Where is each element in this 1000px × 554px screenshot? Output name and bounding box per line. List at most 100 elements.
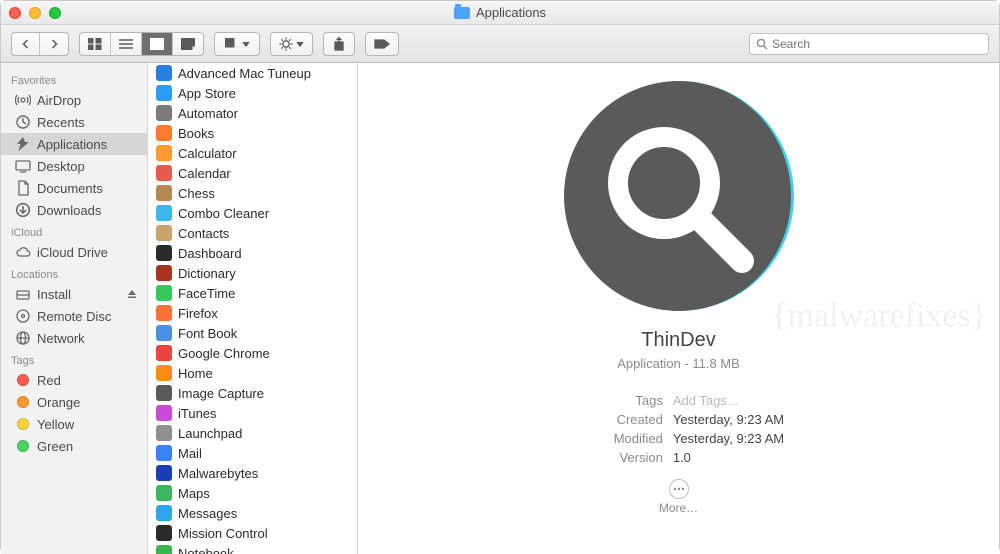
file-item[interactable]: FaceTime: [148, 283, 357, 303]
sidebar[interactable]: FavoritesAirDropRecentsApplicationsDeskt…: [1, 63, 148, 554]
file-item[interactable]: Books: [148, 123, 357, 143]
file-item[interactable]: Maps: [148, 483, 357, 503]
sidebar-item-label: Remote Disc: [37, 309, 111, 324]
more-button[interactable]: More…: [659, 479, 698, 515]
sidebar-header: iCloud: [1, 221, 147, 241]
sidebar-item-label: Network: [37, 331, 85, 346]
eject-icon[interactable]: [127, 287, 137, 302]
file-item[interactable]: Dictionary: [148, 263, 357, 283]
file-item[interactable]: Calendar: [148, 163, 357, 183]
app-icon: [156, 465, 172, 481]
app-icon: [156, 105, 172, 121]
sidebar-item-recents[interactable]: Recents: [1, 111, 147, 133]
folder-icon: [454, 7, 470, 19]
file-name: Advanced Mac Tuneup: [178, 66, 311, 81]
file-name: iTunes: [178, 406, 217, 421]
file-item[interactable]: Contacts: [148, 223, 357, 243]
file-name: Chess: [178, 186, 215, 201]
maximize-button[interactable]: [49, 7, 61, 19]
window-title: Applications: [454, 5, 546, 20]
file-column[interactable]: Advanced Mac Tuneup App StoreAutomator Boo…: [148, 63, 358, 554]
file-item[interactable]: Google Chrome: [148, 343, 357, 363]
file-name: Calculator: [178, 146, 237, 161]
tag-icon: [15, 438, 31, 454]
file-item[interactable]: Home: [148, 363, 357, 383]
file-name: Image Capture: [178, 386, 264, 401]
icon-view-button[interactable]: [80, 33, 111, 55]
sidebar-item-desktop[interactable]: Desktop: [1, 155, 147, 177]
app-icon: [156, 185, 172, 201]
sidebar-header: Locations: [1, 263, 147, 283]
close-button[interactable]: [9, 7, 21, 19]
file-item[interactable]: Combo Cleaner: [148, 203, 357, 223]
file-item[interactable]: Automator: [148, 103, 357, 123]
meta-tags-value[interactable]: Add Tags…: [673, 393, 784, 408]
column-view-button[interactable]: [142, 33, 173, 55]
app-icon: [156, 345, 172, 361]
file-item[interactable]: Firefox: [148, 303, 357, 323]
file-name: Books: [178, 126, 214, 141]
minimize-button[interactable]: [29, 7, 41, 19]
file-item[interactable]: Malwarebytes: [148, 463, 357, 483]
search-field[interactable]: [749, 33, 989, 55]
meta-created-value: Yesterday, 9:23 AM: [673, 412, 784, 427]
airdrop-icon: [15, 92, 31, 108]
sidebar-item-applications[interactable]: Applications: [1, 133, 147, 155]
app-icon: [156, 425, 172, 441]
file-name: Font Book: [178, 326, 237, 341]
sidebar-item-label: Recents: [37, 115, 85, 130]
file-item[interactable]: Calculator: [148, 143, 357, 163]
file-item[interactable]: Chess: [148, 183, 357, 203]
meta-version-value: 1.0: [673, 450, 784, 465]
file-name: Dictionary: [178, 266, 236, 281]
file-item[interactable]: Advanced Mac Tuneup: [148, 63, 357, 83]
app-icon: [156, 445, 172, 461]
file-name: Dashboard: [178, 246, 242, 261]
app-icon: [156, 85, 172, 101]
back-button[interactable]: [12, 33, 40, 55]
arrange-button[interactable]: [215, 33, 259, 55]
sidebar-item-yellow[interactable]: Yellow: [1, 413, 147, 435]
share-button[interactable]: [324, 33, 354, 55]
file-item[interactable]: Image Capture: [148, 383, 357, 403]
action-button[interactable]: [271, 33, 312, 55]
more-icon: [669, 479, 689, 499]
file-item[interactable]: Messages: [148, 503, 357, 523]
sidebar-item-label: Green: [37, 439, 73, 454]
sidebar-item-label: iCloud Drive: [37, 245, 108, 260]
list-view-button[interactable]: [111, 33, 142, 55]
file-item[interactable]: Font Book: [148, 323, 357, 343]
preview-subtitle: Application - 11.8 MB: [617, 356, 740, 371]
sidebar-item-install[interactable]: Install: [1, 283, 147, 305]
sidebar-item-label: AirDrop: [37, 93, 81, 108]
sidebar-item-airdrop[interactable]: AirDrop: [1, 89, 147, 111]
app-icon: [156, 525, 172, 541]
gallery-view-button[interactable]: [173, 33, 203, 55]
sidebar-item-green[interactable]: Green: [1, 435, 147, 457]
forward-button[interactable]: [40, 33, 68, 55]
app-icon: [156, 205, 172, 221]
app-icon: [156, 385, 172, 401]
sidebar-item-icloud-drive[interactable]: iCloud Drive: [1, 241, 147, 263]
file-item[interactable]: iTunes: [148, 403, 357, 423]
file-name: Mission Control: [178, 526, 268, 541]
file-item[interactable]: Dashboard: [148, 243, 357, 263]
file-item[interactable]: Mission Control: [148, 523, 357, 543]
file-item[interactable]: Notebook: [148, 543, 357, 554]
file-item[interactable]: Launchpad: [148, 423, 357, 443]
file-name: Contacts: [178, 226, 229, 241]
sidebar-item-network[interactable]: Network: [1, 327, 147, 349]
sidebar-item-downloads[interactable]: Downloads: [1, 199, 147, 221]
sidebar-item-red[interactable]: Red: [1, 369, 147, 391]
sidebar-item-remote-disc[interactable]: Remote Disc: [1, 305, 147, 327]
file-name: Firefox: [178, 306, 218, 321]
file-item[interactable]: App Store: [148, 83, 357, 103]
edit-tags-button[interactable]: [366, 33, 398, 55]
file-name: Combo Cleaner: [178, 206, 269, 221]
documents-icon: [15, 180, 31, 196]
file-item[interactable]: Mail: [148, 443, 357, 463]
sidebar-item-orange[interactable]: Orange: [1, 391, 147, 413]
search-input[interactable]: [772, 37, 982, 51]
sidebar-item-documents[interactable]: Documents: [1, 177, 147, 199]
meta-created-label: Created: [573, 412, 663, 427]
